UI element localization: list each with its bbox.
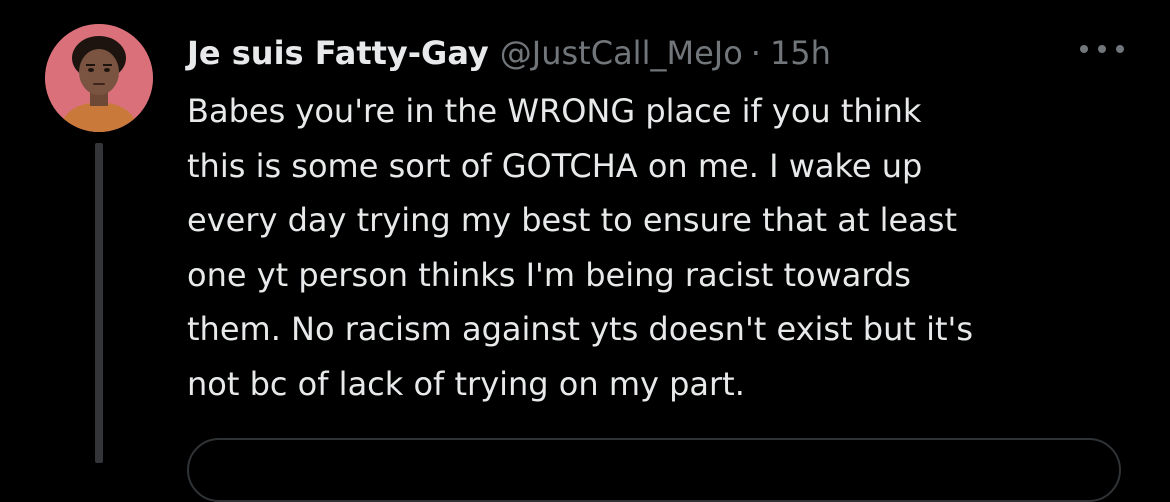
tweet-text-line: every day trying my best to ensure that …: [187, 201, 957, 239]
thread-line: [95, 143, 103, 463]
more-dot: [1116, 45, 1124, 53]
tweet-text-line: one yt person thinks I'm being racist to…: [187, 255, 911, 294]
quoted-tweet-card[interactable]: [187, 438, 1121, 502]
display-name[interactable]: Je suis Fatty-Gay: [187, 28, 489, 78]
header-separator: ·: [750, 34, 761, 72]
avatar[interactable]: [45, 24, 153, 132]
tweet-text-line: Babes you're in the WRONG place if you t…: [187, 92, 922, 130]
tweet-text-line: them. No racism against yts doesn't exis…: [187, 310, 974, 348]
more-dot: [1098, 45, 1106, 53]
tweet[interactable]: Je suis Fatty-Gay @JustCall_MeJo · 15h B…: [0, 0, 1170, 502]
more-dot: [1080, 45, 1088, 53]
more-options-icon[interactable]: [1080, 34, 1124, 64]
tweet-text-line: not bc of lack of trying on my part.: [187, 364, 745, 403]
user-handle[interactable]: @JustCall_MeJo: [500, 28, 743, 78]
tweet-header: Je suis Fatty-Gay @JustCall_MeJo · 15h: [187, 28, 831, 78]
person-avatar-icon: [45, 24, 153, 132]
tweet-timestamp[interactable]: 15h: [770, 28, 831, 78]
tweet-text: Babes you're in the WRONG place if you t…: [187, 84, 1147, 411]
tweet-text-line: this is some sort of GOTCHA on me. I wak…: [187, 146, 923, 185]
